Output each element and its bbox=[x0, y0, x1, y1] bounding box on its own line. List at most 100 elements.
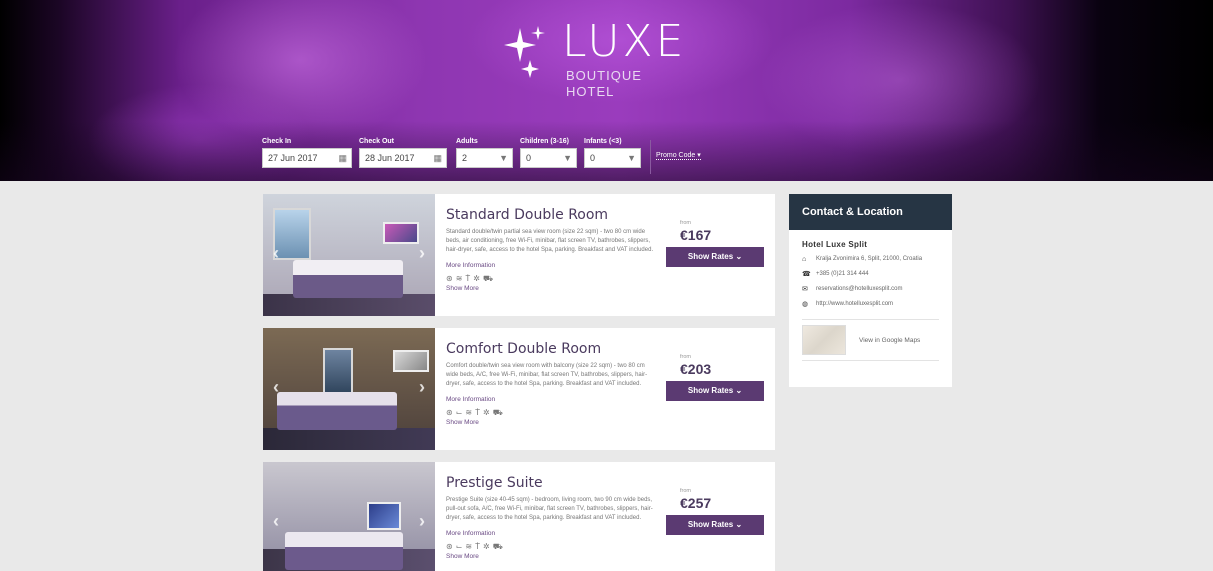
contact-heading: Contact & Location bbox=[789, 194, 952, 230]
adults-select[interactable]: 2 ▼ bbox=[456, 148, 513, 168]
next-photo-icon[interactable]: › bbox=[415, 378, 429, 396]
parking-icon: ⛟ bbox=[483, 273, 497, 283]
show-rates-button[interactable]: Show Rates ⌄ bbox=[666, 381, 764, 401]
divider bbox=[650, 140, 651, 174]
photo-tv bbox=[393, 350, 429, 372]
photo-bed bbox=[293, 260, 403, 298]
photo-art bbox=[367, 502, 401, 530]
infants-label: Infants (<3) bbox=[584, 138, 622, 145]
map-thumbnail[interactable] bbox=[802, 325, 846, 355]
show-rates-label: Show Rates bbox=[687, 252, 734, 261]
show-rates-button[interactable]: Show Rates ⌄ bbox=[666, 515, 764, 535]
ac-icon: ⊛ bbox=[446, 541, 456, 551]
photo-window bbox=[323, 348, 353, 394]
show-rates-label: Show Rates bbox=[687, 386, 734, 395]
address-text: Kralja Zvonimira 6, Split, 21000, Croati… bbox=[816, 256, 923, 262]
sparkle-logo-icon bbox=[504, 26, 545, 78]
children-value: 0 bbox=[526, 153, 532, 163]
amenity-icons: ⊛⌙≋Ṫ✲⛟ bbox=[446, 408, 656, 418]
hotel-logo[interactable]: LUXE BOUTIQUE HOTEL bbox=[500, 18, 700, 108]
price-block: from €167 Show Rates ⌄ bbox=[666, 220, 766, 267]
google-maps-link[interactable]: View in Google Maps bbox=[802, 319, 939, 361]
room-card: ‹ › Comfort Double Room Comfort double/t… bbox=[263, 328, 775, 450]
balcony-icon: ⌙ bbox=[455, 407, 466, 417]
calendar-icon[interactable]: ▦ bbox=[433, 149, 442, 167]
home-icon: ⌂ bbox=[802, 256, 807, 263]
photo-floor bbox=[263, 428, 435, 450]
infants-select[interactable]: 0 ▼ bbox=[584, 148, 641, 168]
website-link[interactable]: http://www.hotelluxesplit.com bbox=[816, 300, 893, 309]
checkin-input[interactable]: 27 Jun 2017 ▦ bbox=[262, 148, 352, 168]
spa-icon: ✲ bbox=[483, 541, 493, 551]
amenity-icons: ⊛⌙≋Ṫ✲⛟ bbox=[446, 542, 656, 552]
hotel-name: Hotel Luxe Split bbox=[802, 240, 868, 249]
email-link[interactable]: reservations@hotelluxesplit.com bbox=[816, 285, 902, 294]
checkin-field: Check In 27 Jun 2017 ▦ bbox=[262, 138, 352, 168]
wifi-icon: ≋ bbox=[465, 541, 476, 551]
phone-icon: ☎ bbox=[802, 271, 811, 278]
room-title[interactable]: Comfort Double Room bbox=[446, 340, 656, 358]
room-description: Prestige Suite (size 40-45 sqm) - bedroo… bbox=[446, 497, 653, 522]
checkout-label: Check Out bbox=[359, 138, 395, 145]
show-more-link[interactable]: Show More bbox=[446, 553, 656, 560]
room-info: Prestige Suite Prestige Suite (size 40-4… bbox=[446, 474, 656, 560]
promo-code-label: Promo Code bbox=[656, 152, 696, 159]
more-information-link[interactable]: More Information bbox=[446, 530, 656, 537]
minibar-icon: Ṫ bbox=[475, 541, 483, 551]
children-label: Children (3-16) bbox=[520, 138, 570, 145]
prev-photo-icon[interactable]: ‹ bbox=[269, 378, 283, 396]
hero-header: LUXE BOUTIQUE HOTEL Check In 27 Jun 2017… bbox=[0, 0, 1213, 181]
prev-photo-icon[interactable]: ‹ bbox=[269, 244, 283, 262]
spa-icon: ✲ bbox=[473, 273, 483, 283]
more-information-link[interactable]: More Information bbox=[446, 262, 656, 269]
minibar-icon: Ṫ bbox=[475, 407, 483, 417]
logo-subtitle-line2: HOTEL bbox=[566, 84, 615, 99]
checkin-value: 27 Jun 2017 bbox=[268, 153, 318, 163]
room-title[interactable]: Prestige Suite bbox=[446, 474, 656, 492]
phone-text[interactable]: +385 (0)21 314 444 bbox=[816, 270, 869, 279]
infants-value: 0 bbox=[590, 153, 596, 163]
logo-title: LUXE bbox=[562, 16, 687, 67]
room-photo[interactable]: ‹ › bbox=[263, 328, 435, 450]
checkout-input[interactable]: 28 Jun 2017 ▦ bbox=[359, 148, 447, 168]
adults-field: Adults 2 ▼ bbox=[456, 138, 513, 168]
price-from-label: from bbox=[680, 354, 691, 360]
envelope-icon: ✉ bbox=[802, 286, 808, 293]
price-block: from €203 Show Rates ⌄ bbox=[666, 354, 766, 401]
ac-icon: ⊛ bbox=[446, 407, 456, 417]
show-more-link[interactable]: Show More bbox=[446, 285, 656, 292]
room-title[interactable]: Standard Double Room bbox=[446, 206, 656, 224]
room-card: ‹ › Standard Double Room Standard double… bbox=[263, 194, 775, 316]
room-info: Standard Double Room Standard double/twi… bbox=[446, 206, 656, 292]
show-more-link[interactable]: Show More bbox=[446, 419, 656, 426]
dropdown-arrow-icon: ▼ bbox=[563, 153, 572, 163]
spa-icon: ✲ bbox=[483, 407, 493, 417]
ac-icon: ⊛ bbox=[446, 273, 456, 283]
chevron-down-icon: ⌄ bbox=[735, 520, 743, 529]
next-photo-icon[interactable]: › bbox=[415, 512, 429, 530]
amenity-icons: ⊛≋Ṫ✲⛟ bbox=[446, 274, 656, 284]
children-select[interactable]: 0 ▼ bbox=[520, 148, 577, 168]
promo-code-toggle[interactable]: Promo Code ▾ bbox=[656, 151, 701, 160]
next-photo-icon[interactable]: › bbox=[415, 244, 429, 262]
logo-subtitle-line1: BOUTIQUE bbox=[566, 68, 642, 83]
room-price: €167 bbox=[680, 227, 712, 243]
google-maps-label[interactable]: View in Google Maps bbox=[859, 337, 920, 344]
balcony-icon: ⌙ bbox=[455, 541, 466, 551]
logo-subtitle: BOUTIQUE HOTEL bbox=[566, 68, 642, 100]
adults-value: 2 bbox=[462, 153, 468, 163]
show-rates-button[interactable]: Show Rates ⌄ bbox=[666, 247, 764, 267]
room-info: Comfort Double Room Comfort double/twin … bbox=[446, 340, 656, 426]
infants-field: Infants (<3) 0 ▼ bbox=[584, 138, 641, 168]
price-from-label: from bbox=[680, 220, 691, 226]
room-photo[interactable]: ‹ › bbox=[263, 194, 435, 316]
photo-bed bbox=[285, 532, 403, 570]
caret-down-icon: ▾ bbox=[697, 152, 701, 159]
prev-photo-icon[interactable]: ‹ bbox=[269, 512, 283, 530]
show-rates-label: Show Rates bbox=[687, 520, 734, 529]
contact-body: Hotel Luxe Split ⌂ Kralja Zvonimira 6, S… bbox=[789, 230, 952, 361]
dropdown-arrow-icon: ▼ bbox=[627, 153, 636, 163]
more-information-link[interactable]: More Information bbox=[446, 396, 656, 403]
room-photo[interactable]: ‹ › bbox=[263, 462, 435, 571]
calendar-icon[interactable]: ▦ bbox=[338, 149, 347, 167]
